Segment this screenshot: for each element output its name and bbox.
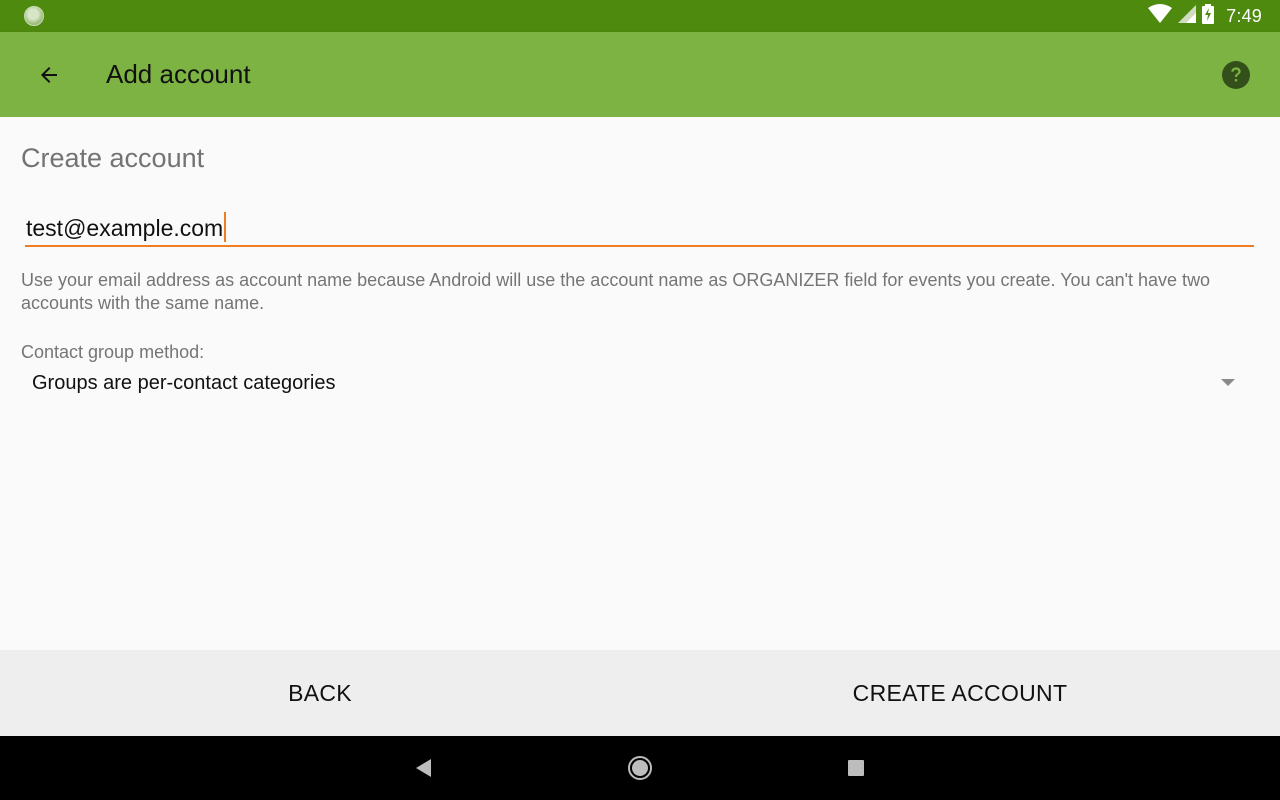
account-name-value: test@example.com <box>26 215 224 241</box>
nav-recents-icon <box>848 760 864 776</box>
nav-back-icon <box>416 759 431 777</box>
dropdown-arrow-icon <box>1221 374 1235 392</box>
nav-home-button[interactable] <box>616 744 664 792</box>
text-cursor <box>224 212 227 242</box>
nav-home-icon <box>628 756 652 780</box>
account-name-field[interactable]: test@example.com <box>25 207 1254 247</box>
back-button[interactable] <box>21 47 77 103</box>
battery-charging-icon <box>1202 3 1215 29</box>
contact-group-method-select[interactable]: Groups are per-contact categories <box>21 365 1256 401</box>
arrow-back-icon <box>41 66 57 83</box>
wifi-icon <box>1148 3 1173 29</box>
notification-dot-icon <box>24 6 44 26</box>
section-title: Create account <box>21 143 205 173</box>
create-account-button[interactable]: CREATE ACCOUNT <box>640 650 1280 736</box>
create-account-form: Create account test@example.com Use your… <box>0 117 1280 650</box>
contact-group-method-value: Groups are per-contact categories <box>32 371 336 394</box>
help-icon <box>1222 60 1250 89</box>
account-name-help-text: Use your email address as account name b… <box>21 270 1211 313</box>
system-nav-bar <box>0 736 1280 800</box>
button-bar: BACK CREATE ACCOUNT <box>0 650 1280 736</box>
contact-group-method-label: Contact group method: <box>21 342 205 362</box>
back-text-button[interactable]: BACK <box>0 650 640 736</box>
app-toolbar: Add account <box>0 32 1280 117</box>
nav-recents-button[interactable] <box>832 744 880 792</box>
nav-back-button[interactable] <box>400 744 448 792</box>
cell-signal-icon <box>1178 4 1197 28</box>
status-clock: 7:49 <box>1226 5 1262 26</box>
status-bar: 7:49 <box>0 0 1280 32</box>
page-title: Add account <box>106 59 251 89</box>
help-button[interactable] <box>1212 51 1260 99</box>
